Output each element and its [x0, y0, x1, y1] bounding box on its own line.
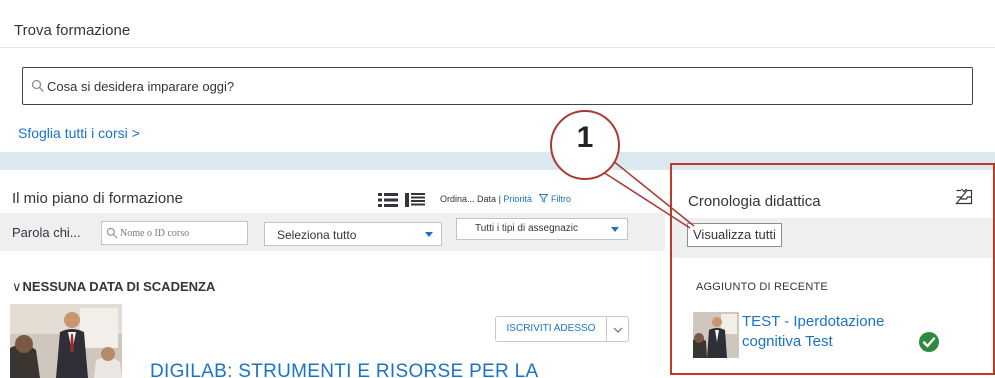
find-learning-section: Trova formazione Sfoglia tutti i corsi >	[0, 0, 995, 152]
sort-separator: |	[498, 194, 501, 204]
learning-search-box[interactable]	[22, 67, 973, 105]
section-header-label: NESSUNA DATA DI SCADENZA	[22, 279, 216, 294]
history-item-thumbnail[interactable]	[693, 312, 739, 358]
chevron-down-icon: ∨	[12, 279, 22, 294]
view-all-button[interactable]: Visualizza tutti	[687, 223, 782, 247]
history-tray-icon[interactable]	[955, 187, 973, 205]
sort-date-link[interactable]: Data	[477, 194, 496, 204]
learning-search-input[interactable]	[47, 76, 947, 96]
select-all-dropdown[interactable]: Seleziona tutto	[264, 222, 442, 246]
sort-priority-link[interactable]: Priorità	[503, 194, 532, 204]
course-search-input[interactable]	[120, 226, 244, 240]
recently-added-label: AGGIUNTO DI RECENTE	[696, 281, 828, 293]
filter-link[interactable]: Filtro	[551, 194, 571, 204]
check-circle-icon	[919, 332, 939, 352]
list-view-icon[interactable]	[378, 193, 398, 207]
search-icon	[106, 227, 118, 239]
enroll-options-button[interactable]	[607, 316, 629, 342]
search-icon	[31, 79, 44, 92]
compact-list-view-icon[interactable]	[405, 193, 425, 207]
select-all-value: Seleziona tutto	[277, 228, 357, 242]
divider	[0, 47, 995, 48]
chevron-down-icon	[425, 232, 433, 237]
chevron-right-icon: >	[131, 125, 140, 141]
course-title-link[interactable]: DIGILAB: STRUMENTI E RISORSE PER LA	[150, 361, 538, 378]
assignment-types-value: Tutti i tipi di assegnazic	[475, 223, 579, 234]
history-item-title-link[interactable]: TEST - Iperdotazione cognitiva Test	[742, 312, 922, 352]
learning-plan-panel: Il mio piano di formazione Ordina... Dat…	[0, 170, 665, 378]
browse-all-courses-label: Sfoglia tutti i corsi	[18, 125, 128, 141]
course-search-box[interactable]	[101, 221, 248, 245]
enroll-now-button[interactable]: ISCRIVITI ADESSO	[495, 316, 607, 342]
no-due-date-section-toggle[interactable]: ∨NESSUNA DATA DI SCADENZA	[12, 279, 215, 295]
callout-number: 1	[576, 121, 594, 154]
browse-all-courses-link[interactable]: Sfoglia tutti i corsi >	[18, 125, 140, 141]
learning-history-title: Cronologia didattica	[688, 193, 821, 210]
learning-plan-title: Il mio piano di formazione	[12, 190, 183, 207]
chevron-down-icon	[613, 327, 623, 333]
view-toggle-group	[378, 193, 425, 207]
sort-label[interactable]: Ordina...	[440, 194, 475, 204]
find-learning-title: Trova formazione	[14, 22, 131, 39]
assignment-types-dropdown[interactable]: Tutti i tipi di assegnazic	[456, 218, 628, 240]
keyword-label: Parola chi...	[12, 225, 81, 240]
plan-filter-toolbar: Parola chi... Seleziona tutto Tutti i ti…	[0, 213, 665, 251]
filter-icon[interactable]	[539, 194, 549, 203]
course-thumbnail[interactable]	[10, 304, 122, 378]
chevron-down-icon	[611, 227, 619, 232]
sort-filter-row: Ordina... Data | Priorità Filtro	[440, 194, 571, 204]
